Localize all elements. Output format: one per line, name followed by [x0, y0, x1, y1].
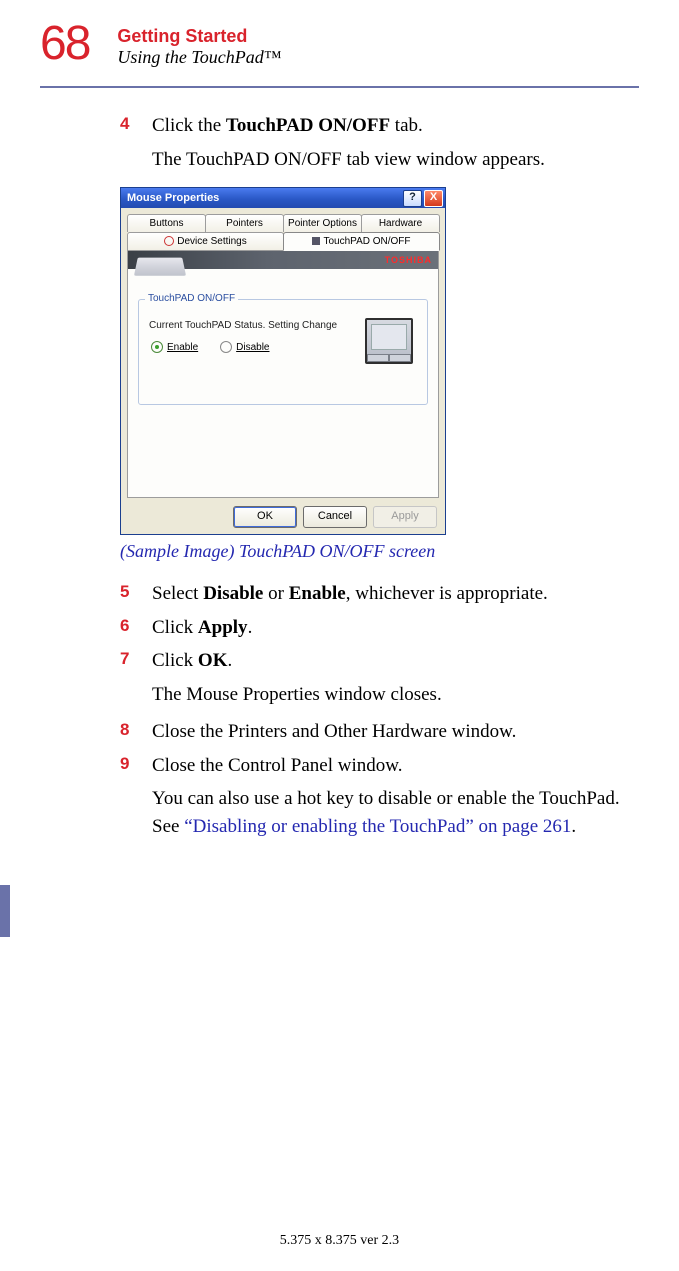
- image-caption: (Sample Image) TouchPAD ON/OFF screen: [120, 541, 629, 562]
- tab-device-settings[interactable]: Device Settings: [127, 232, 284, 250]
- brand-logo: TOSHIBA: [385, 255, 432, 265]
- group-title: TouchPAD ON/OFF: [145, 293, 238, 304]
- cross-ref-link[interactable]: “Disabling or enabling the TouchPad” on …: [184, 816, 571, 837]
- step-number: 9: [120, 752, 134, 780]
- tabs-row-2: Device Settings TouchPAD ON/OFF: [127, 232, 439, 251]
- step-7: 7 Click OK.: [120, 647, 629, 675]
- chapter-title: Getting Started: [117, 26, 281, 47]
- page-number: 68: [40, 20, 89, 68]
- close-button[interactable]: X: [424, 190, 443, 207]
- tab-buttons[interactable]: Buttons: [127, 214, 206, 232]
- apply-button[interactable]: Apply: [373, 506, 437, 528]
- dialog-titlebar: Mouse Properties ? X: [121, 188, 445, 208]
- tab-touchpad-onoff[interactable]: TouchPAD ON/OFF: [283, 232, 440, 251]
- sample-dialog: Mouse Properties ? X Buttons Pointers Po…: [120, 187, 446, 535]
- dialog-button-row: OK Cancel Apply: [121, 500, 445, 534]
- page-edge-tab: [0, 885, 10, 937]
- header-rule: [40, 86, 639, 88]
- radio-dot-icon: [151, 341, 163, 353]
- laptop-icon: [136, 255, 184, 285]
- step-8: 8 Close the Printers and Other Hardware …: [120, 718, 629, 746]
- step-text: Click OK.: [152, 647, 629, 675]
- touchpad-tab-icon: [312, 237, 320, 245]
- tab-panel: TOSHIBA TouchPAD ON/OFF Current TouchPAD…: [127, 250, 439, 498]
- dialog-title: Mouse Properties: [127, 192, 219, 204]
- page-header: 68 Getting Started Using the TouchPad™: [40, 20, 639, 68]
- page-footer: 5.375 x 8.375 ver 2.3: [0, 1233, 679, 1249]
- cancel-button[interactable]: Cancel: [303, 506, 367, 528]
- radio-enable[interactable]: Enable: [151, 341, 198, 353]
- touchpad-preview-icon: [365, 318, 413, 364]
- step-text: Close the Control Panel window.: [152, 752, 629, 780]
- step-4: 4 Click the TouchPAD ON/OFF tab.: [120, 112, 629, 140]
- step-number: 6: [120, 614, 134, 642]
- step-5: 5 Select Disable or Enable, whichever is…: [120, 580, 629, 608]
- step-text: Select Disable or Enable, whichever is a…: [152, 580, 629, 608]
- radio-dot-icon: [220, 341, 232, 353]
- radio-disable[interactable]: Disable: [220, 341, 269, 353]
- step-number: 8: [120, 718, 134, 746]
- step-9: 9 Close the Control Panel window.: [120, 752, 629, 780]
- tab-hardware[interactable]: Hardware: [361, 214, 440, 232]
- step-number: 5: [120, 580, 134, 608]
- device-settings-icon: [164, 236, 174, 246]
- help-button[interactable]: ?: [403, 190, 422, 207]
- step-7-follow: The Mouse Properties window closes.: [152, 681, 629, 709]
- brand-bar: TOSHIBA: [128, 251, 438, 269]
- step-number: 7: [120, 647, 134, 675]
- step-number: 4: [120, 112, 134, 140]
- section-title: Using the TouchPad™: [117, 47, 281, 68]
- step-9-follow: You can also use a hot key to disable or…: [152, 785, 629, 840]
- tab-pointer-options[interactable]: Pointer Options: [283, 214, 362, 232]
- tabs-row-1: Buttons Pointers Pointer Options Hardwar…: [127, 214, 439, 232]
- ok-button[interactable]: OK: [233, 506, 297, 528]
- tab-pointers[interactable]: Pointers: [205, 214, 284, 232]
- step-6: 6 Click Apply.: [120, 614, 629, 642]
- step-text: Close the Printers and Other Hardware wi…: [152, 718, 629, 746]
- step-text: Click Apply.: [152, 614, 629, 642]
- touchpad-group: TouchPAD ON/OFF Current TouchPAD Status.…: [138, 299, 428, 405]
- step-4-follow: The TouchPAD ON/OFF tab view window appe…: [152, 146, 629, 174]
- step-text: Click the TouchPAD ON/OFF tab.: [152, 112, 629, 140]
